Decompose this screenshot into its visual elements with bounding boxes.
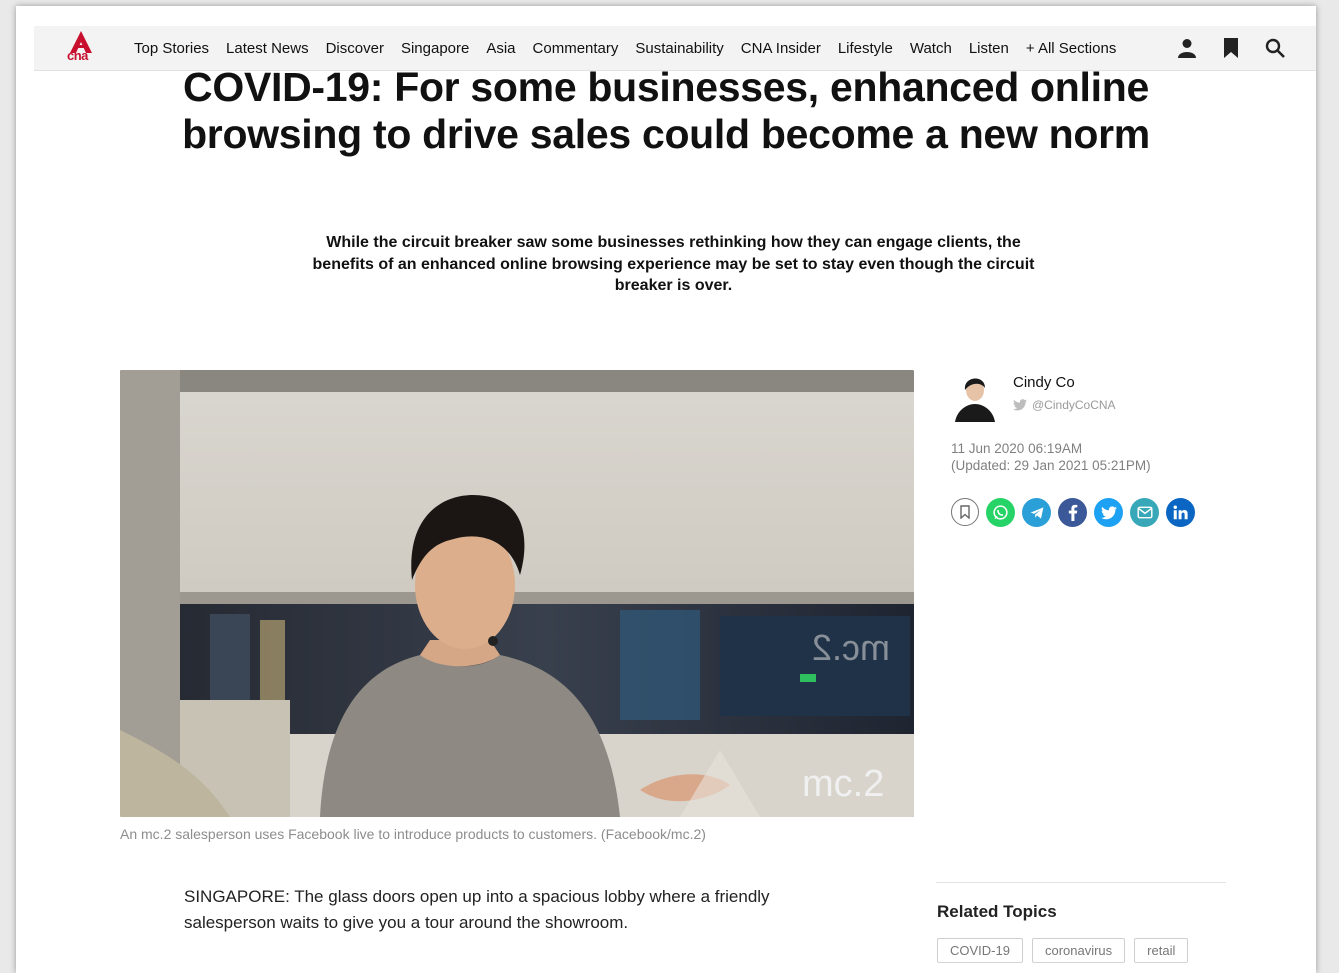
svg-text:mc.2: mc.2 [812, 627, 890, 668]
published-date: 11 Jun 2020 06:19AM [951, 441, 1083, 456]
nav-item-commentary[interactable]: Commentary [533, 40, 619, 57]
article-dates: 11 Jun 2020 06:19AM (Updated: 29 Jan 202… [951, 440, 1151, 474]
nav-item-latest-news[interactable]: Latest News [226, 40, 309, 57]
bookmark-icon[interactable] [1220, 37, 1242, 59]
browser-page: cna Top Stories Latest News Discover Sin… [16, 6, 1316, 973]
hero-photo: mc.2 mc.2 [120, 370, 914, 817]
sign-text: mc.2 [802, 763, 884, 805]
nav-item-asia[interactable]: Asia [486, 40, 515, 57]
twitter-share-button[interactable] [1094, 498, 1123, 527]
telegram-icon [1030, 506, 1043, 519]
author-avatar[interactable] [951, 370, 999, 422]
bookmark-outline-icon [960, 505, 970, 519]
hero-image[interactable]: mc.2 mc.2 [120, 370, 914, 817]
email-share-button[interactable] [1130, 498, 1159, 527]
related-topics-title: Related Topics [937, 902, 1057, 921]
nav-item-sustainability[interactable]: Sustainability [635, 40, 723, 57]
article-standfirst: While the circuit breaker saw some busin… [312, 234, 1035, 294]
related-topics-tags: COVID-19 coronavirus retail [937, 938, 1189, 963]
nav-icons [1176, 26, 1286, 70]
nav-item-singapore[interactable]: Singapore [401, 40, 469, 57]
nav-item-listen[interactable]: Listen [969, 40, 1009, 57]
nav-item-lifestyle[interactable]: Lifestyle [838, 40, 893, 57]
whatsapp-share-button[interactable] [986, 498, 1015, 527]
logo-text: cna [67, 48, 88, 63]
email-icon [1136, 506, 1153, 519]
article-body-paragraph: SINGAPORE: The glass doors open up into … [184, 887, 770, 932]
twitter-icon [1100, 505, 1117, 519]
nav-item-discover[interactable]: Discover [326, 40, 384, 57]
author-twitter-link[interactable]: @CindyCoCNA [1013, 398, 1116, 412]
nav-item-top-stories[interactable]: Top Stories [134, 40, 209, 57]
facebook-icon [1068, 504, 1077, 521]
telegram-share-button[interactable] [1022, 498, 1051, 527]
author-handle-text: @CindyCoCNA [1032, 398, 1116, 412]
nav-item-cna-insider[interactable]: CNA Insider [741, 40, 821, 57]
whatsapp-icon [993, 505, 1008, 520]
updated-date: (Updated: 29 Jan 2021 05:21PM) [951, 458, 1151, 473]
tag-coronavirus[interactable]: coronavirus [1031, 938, 1126, 963]
tag-covid-19[interactable]: COVID-19 [937, 938, 1023, 963]
bookmark-share-button[interactable] [951, 498, 979, 526]
linkedin-icon [1173, 505, 1188, 520]
twitter-bird-icon [1013, 399, 1027, 411]
share-buttons [951, 498, 1195, 527]
author-name[interactable]: Cindy Co [1013, 374, 1075, 391]
nav-item-all-sections[interactable]: + All Sections [1026, 40, 1116, 57]
tag-retail[interactable]: retail [1134, 938, 1189, 963]
user-icon[interactable] [1176, 37, 1198, 59]
bottom-fade [16, 961, 1316, 973]
facebook-share-button[interactable] [1058, 498, 1087, 527]
search-icon[interactable] [1264, 37, 1286, 59]
article-headline: COVID-19: For some businesses, enhanced … [182, 64, 1150, 157]
image-caption: An mc.2 salesperson uses Facebook live t… [120, 826, 706, 842]
linkedin-share-button[interactable] [1166, 498, 1195, 527]
nav-item-watch[interactable]: Watch [910, 40, 952, 57]
related-divider [936, 882, 1226, 883]
